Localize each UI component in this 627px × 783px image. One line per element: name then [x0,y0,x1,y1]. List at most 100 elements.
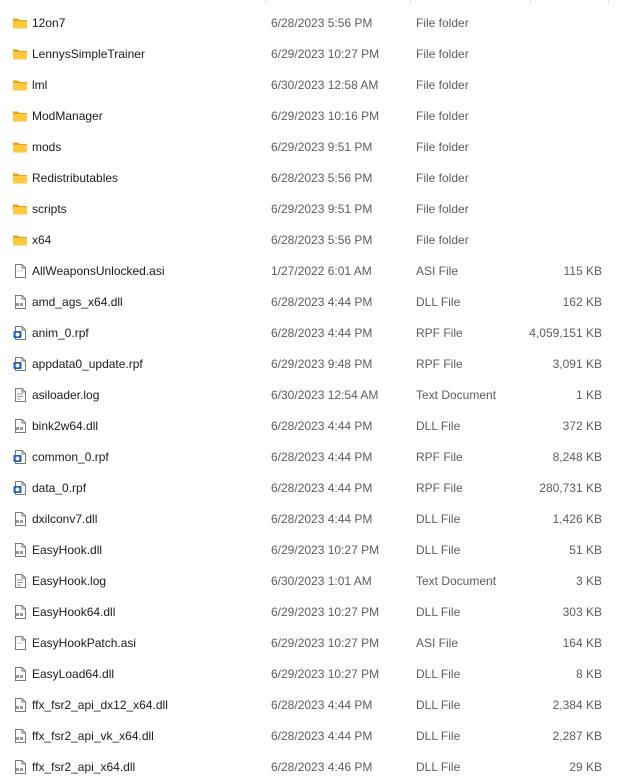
column-separator[interactable] [265,0,266,4]
file-size: 29 KB [569,760,602,774]
file-date-modified: 6/29/2023 10:27 PM [271,47,380,61]
folder-icon [12,15,28,31]
folder-icon [12,139,28,155]
file-icon [12,263,28,279]
file-row[interactable]: scripts 6/29/2023 9:51 PM File folder [0,194,627,225]
file-name: EasyHook64.dll [32,605,116,619]
file-date-modified: 6/30/2023 1:01 AM [271,574,372,588]
file-row[interactable]: data_0.rpf 6/28/2023 4:44 PM RPF File 28… [0,473,627,504]
rpf-file-icon [12,356,28,372]
file-type: DLL File [416,729,461,743]
dll-file-icon [12,759,28,775]
file-row[interactable]: 12on7 6/28/2023 5:56 PM File folder [0,8,627,39]
file-type: File folder [416,16,469,30]
file-row[interactable]: asiloader.log 6/30/2023 12:54 AM Text Do… [0,380,627,411]
folder-icon [12,232,28,248]
dll-file-icon [12,542,28,558]
file-size: 162 KB [562,295,602,309]
file-row[interactable]: dxilconv7.dll 6/28/2023 4:44 PM DLL File… [0,504,627,535]
folder-icon [12,108,28,124]
dll-file-icon [12,666,28,682]
file-type: Text Document [416,574,497,588]
file-row[interactable]: lml 6/30/2023 12:58 AM File folder [0,70,627,101]
file-type: DLL File [416,667,461,681]
file-type: DLL File [416,698,461,712]
file-size: 1 KB [575,388,602,402]
file-row[interactable]: EasyLoad64.dll 6/29/2023 10:27 PM DLL Fi… [0,659,627,690]
file-name: data_0.rpf [32,481,87,495]
file-date-modified: 6/28/2023 4:44 PM [271,698,373,712]
file-row[interactable]: EasyHook64.dll 6/29/2023 10:27 PM DLL Fi… [0,597,627,628]
file-name: scripts [32,202,67,216]
rpf-file-icon [12,325,28,341]
file-type: File folder [416,171,469,185]
file-row[interactable]: common_0.rpf 6/28/2023 4:44 PM RPF File … [0,442,627,473]
file-type: File folder [416,78,469,92]
dll-file-icon [12,294,28,310]
file-size: 372 KB [562,419,602,433]
file-type: DLL File [416,605,461,619]
dll-file-icon [12,697,28,713]
folder-icon [12,170,28,186]
file-date-modified: 6/28/2023 4:46 PM [271,760,373,774]
folder-icon [12,201,28,217]
file-type: RPF File [416,357,463,371]
file-type: DLL File [416,295,461,309]
file-name: AllWeaponsUnlocked.asi [32,264,165,278]
file-row[interactable]: ffx_fsr2_api_x64.dll 6/28/2023 4:46 PM D… [0,752,627,783]
file-type: DLL File [416,419,461,433]
file-size: 115 KB [563,264,602,278]
file-date-modified: 6/30/2023 12:58 AM [271,78,379,92]
file-size: 164 KB [562,636,602,650]
file-size: 8 KB [575,667,602,681]
dll-file-icon [12,418,28,434]
file-row[interactable]: anim_0.rpf 6/28/2023 4:44 PM RPF File 4,… [0,318,627,349]
file-row[interactable]: AllWeaponsUnlocked.asi 1/27/2022 6:01 AM… [0,256,627,287]
file-row[interactable]: EasyHook.dll 6/29/2023 10:27 PM DLL File… [0,535,627,566]
file-row[interactable]: ModManager 6/29/2023 10:16 PM File folde… [0,101,627,132]
file-name: EasyLoad64.dll [32,667,115,681]
file-size: 303 KB [562,605,602,619]
file-row[interactable]: ffx_fsr2_api_vk_x64.dll 6/28/2023 4:44 P… [0,721,627,752]
file-row[interactable]: mods 6/29/2023 9:51 PM File folder [0,132,627,163]
file-type: Text Document [416,388,497,402]
dll-file-icon [12,728,28,744]
file-name: ModManager [32,109,103,123]
column-separator[interactable] [608,0,609,4]
file-name: x64 [32,233,52,247]
file-date-modified: 6/28/2023 4:44 PM [271,512,373,526]
file-row[interactable]: EasyHook.log 6/30/2023 1:01 AM Text Docu… [0,566,627,597]
file-row[interactable]: amd_ags_x64.dll 6/28/2023 4:44 PM DLL Fi… [0,287,627,318]
text-file-icon [12,573,28,589]
file-name: 12on7 [32,16,66,30]
file-row[interactable]: bink2w64.dll 6/28/2023 4:44 PM DLL File … [0,411,627,442]
file-row[interactable]: x64 6/28/2023 5:56 PM File folder [0,225,627,256]
file-size: 8,248 KB [552,450,602,464]
file-size: 3 KB [575,574,602,588]
file-date-modified: 6/29/2023 10:16 PM [271,109,380,123]
file-type: RPF File [416,326,463,340]
file-type: File folder [416,233,469,247]
column-separator[interactable] [530,0,531,4]
file-name: ffx_fsr2_api_vk_x64.dll [32,729,154,743]
file-row[interactable]: Redistributables 6/28/2023 5:56 PM File … [0,163,627,194]
file-date-modified: 6/28/2023 5:56 PM [271,233,373,247]
file-type: RPF File [416,481,463,495]
file-name: lml [32,78,48,92]
file-name: bink2w64.dll [32,419,99,433]
file-name: mods [32,140,62,154]
file-row[interactable]: appdata0_update.rpf 6/29/2023 9:48 PM RP… [0,349,627,380]
file-name: common_0.rpf [32,450,109,464]
column-separator[interactable] [410,0,411,4]
file-date-modified: 6/28/2023 4:44 PM [271,450,373,464]
file-list: 12on7 6/28/2023 5:56 PM File folder Lenn… [0,8,627,783]
file-type: File folder [416,202,469,216]
file-type: File folder [416,109,469,123]
file-row[interactable]: ffx_fsr2_api_dx12_x64.dll 6/28/2023 4:44… [0,690,627,721]
file-date-modified: 6/29/2023 10:27 PM [271,636,380,650]
file-name: ffx_fsr2_api_dx12_x64.dll [32,698,168,712]
folder-icon [12,77,28,93]
file-row[interactable]: EasyHookPatch.asi 6/29/2023 10:27 PM ASI… [0,628,627,659]
file-row[interactable]: LennysSimpleTrainer 6/29/2023 10:27 PM F… [0,39,627,70]
file-date-modified: 6/29/2023 9:51 PM [271,202,373,216]
